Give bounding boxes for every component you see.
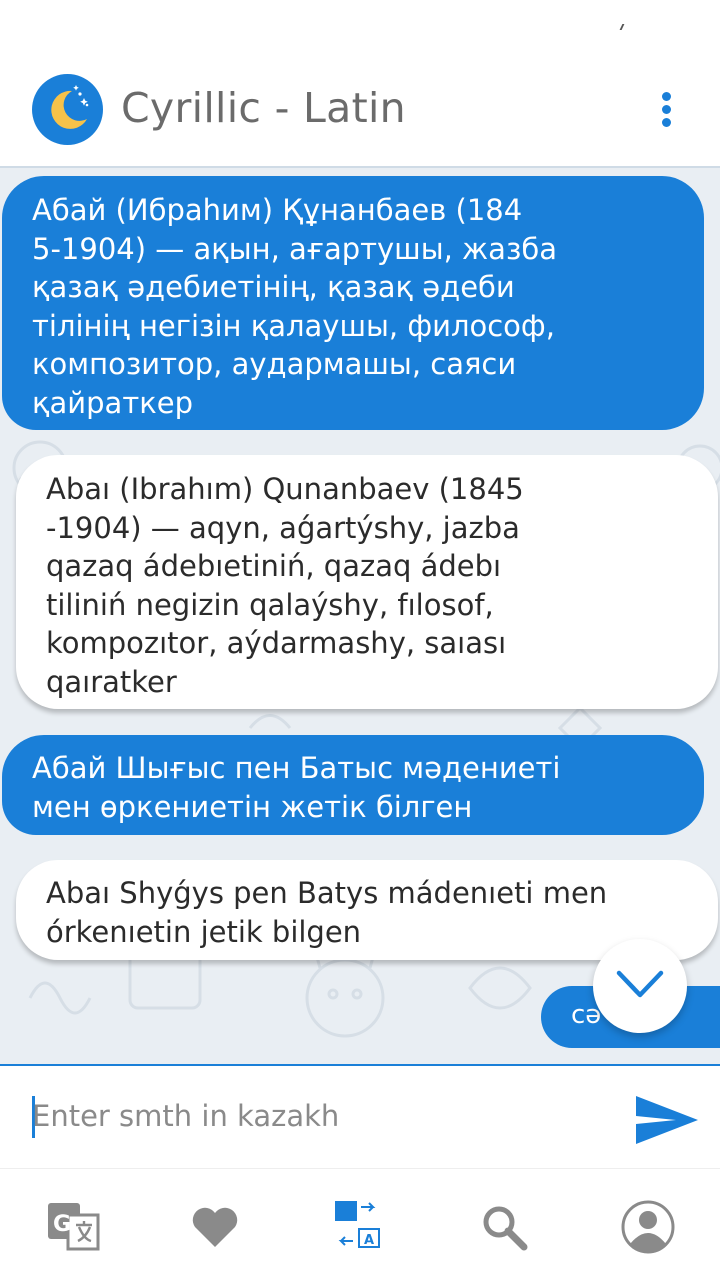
cyrillic-message[interactable]: Абай (Ибраһим) Құнанбаев (184 5-1904) — … [2,176,704,430]
crescent-moon-icon [32,74,103,145]
heart-icon[interactable] [187,1199,243,1255]
app-bar: Cyrillic - Latin [0,54,720,168]
svg-text:G: G [53,1212,71,1237]
latin-message[interactable]: Abaı Shyǵys pen Batys mádenıeti men órke… [16,860,718,960]
chat-area[interactable]: Абай (Ибраһим) Құнанбаев (184 5-1904) — … [0,168,720,1064]
svg-text:A: A [364,1233,374,1248]
send-icon[interactable] [632,1092,702,1148]
message-input[interactable] [32,1090,612,1142]
bottom-nav: G A [0,1168,720,1280]
status-mark [619,24,629,30]
more-vertical-icon[interactable] [650,84,684,134]
input-bar [0,1064,720,1168]
status-bar [0,0,720,54]
profile-icon[interactable] [620,1199,676,1255]
chevron-down-icon[interactable] [593,939,687,1033]
translate-icon[interactable]: G [46,1199,102,1255]
search-icon[interactable] [476,1199,532,1255]
cyrillic-message[interactable]: Абай Шығыс пен Батыс мәдениеті мен өркен… [2,735,704,835]
transliterate-icon[interactable]: A [331,1199,387,1255]
latin-message[interactable]: Abaı (Ibrahım) Qunanbaev (1845 -1904) — … [16,455,718,709]
app-title: Cyrillic - Latin [121,84,406,132]
